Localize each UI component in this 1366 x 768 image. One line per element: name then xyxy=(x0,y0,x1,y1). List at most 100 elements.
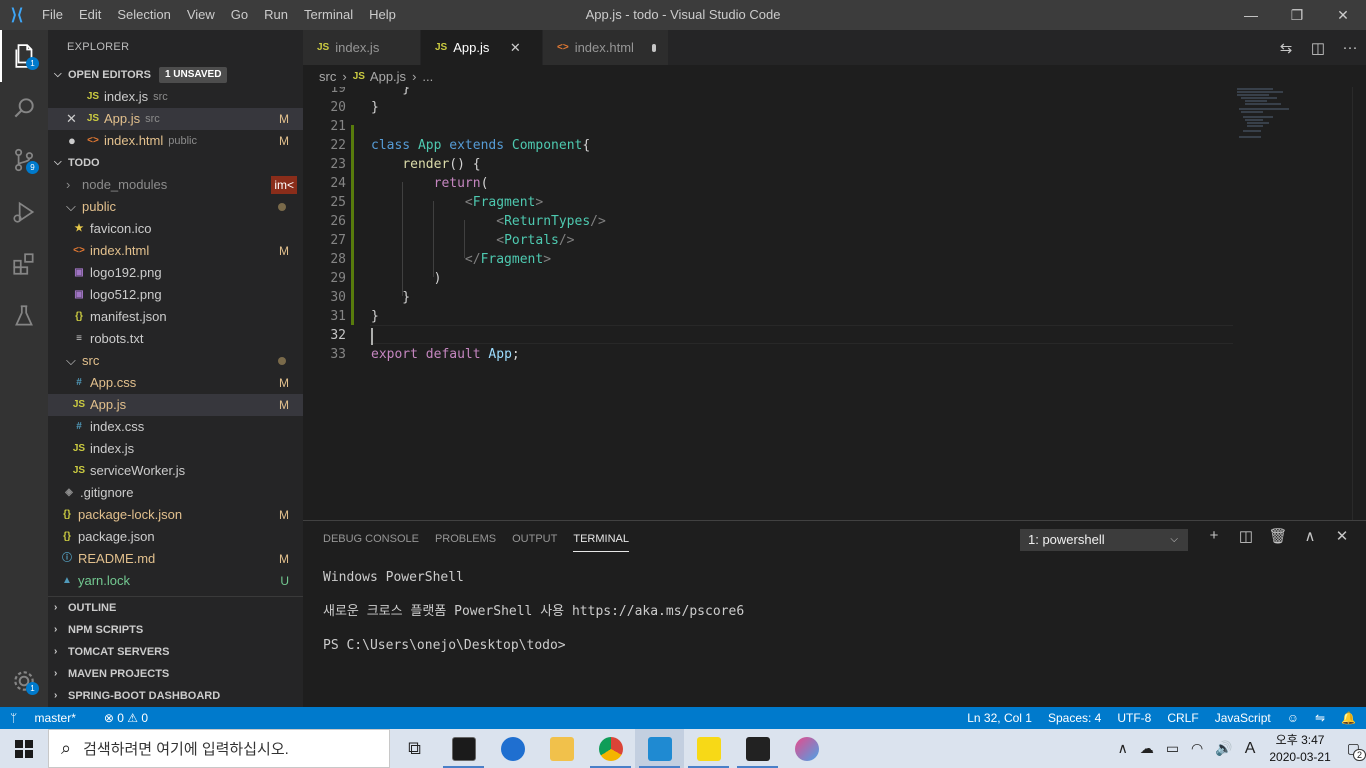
git-branch[interactable]: ᛘ master* xyxy=(10,711,90,725)
breadcrumb-folder[interactable]: src xyxy=(319,69,336,84)
minimize-button[interactable]: — xyxy=(1228,0,1274,30)
tab-problems[interactable]: PROBLEMS xyxy=(435,521,496,557)
notification-icon[interactable]: ▢ 2 xyxy=(1347,740,1366,761)
indentation[interactable]: Spaces: 4 xyxy=(1048,711,1101,725)
file-logo512[interactable]: ▣ logo512.png xyxy=(48,284,303,306)
menu-terminal[interactable]: Terminal xyxy=(296,0,361,30)
new-terminal-icon[interactable]: + xyxy=(1198,527,1230,545)
menu-file[interactable]: File xyxy=(34,0,71,30)
taskbar-vscode[interactable] xyxy=(635,729,684,768)
menu-edit[interactable]: Edit xyxy=(71,0,109,30)
file-robots[interactable]: ≡ robots.txt xyxy=(48,328,303,350)
file-package-json[interactable]: {} package.json xyxy=(48,526,303,548)
taskbar-file-explorer[interactable] xyxy=(537,729,586,768)
folder-public[interactable]: ⌵ public xyxy=(48,196,303,218)
code-editor[interactable]: 19 20 21 22 23 24 25 26 27 28 29 30 31 3… xyxy=(303,87,1366,520)
feedback-icon[interactable]: ☺ xyxy=(1287,711,1299,725)
menu-help[interactable]: Help xyxy=(361,0,404,30)
start-button[interactable] xyxy=(0,729,48,768)
taskbar-terminal[interactable] xyxy=(439,729,488,768)
task-view-button[interactable]: ⧉ xyxy=(390,729,439,768)
taskbar-maps[interactable] xyxy=(488,729,537,768)
folder-src[interactable]: ⌵ src xyxy=(48,350,303,372)
problems-count[interactable]: ⊗ 0 ⚠ 0 xyxy=(104,711,148,725)
open-editor-index-js[interactable]: JS index.js src xyxy=(48,86,303,108)
file-manifest[interactable]: {} manifest.json xyxy=(48,306,303,328)
maximize-button[interactable]: ❐ xyxy=(1274,0,1320,30)
outline-section[interactable]: › OUTLINE xyxy=(48,597,303,619)
file-index-html[interactable]: <> index.html M xyxy=(48,240,303,262)
end-of-line[interactable]: CRLF xyxy=(1167,711,1198,725)
chevron-up-icon[interactable]: ∧ xyxy=(1118,740,1128,757)
split-editor-icon[interactable]: ◫ xyxy=(1302,39,1334,57)
file-service-worker[interactable]: JS serviceWorker.js xyxy=(48,460,303,482)
file-gitignore[interactable]: ◈ .gitignore xyxy=(48,482,303,504)
tab-terminal[interactable]: TERMINAL xyxy=(573,527,629,552)
menu-view[interactable]: View xyxy=(179,0,223,30)
ime-indicator[interactable]: A xyxy=(1245,740,1256,758)
live-share-icon[interactable]: ⇋ xyxy=(1315,711,1325,725)
close-icon[interactable]: ✕ xyxy=(66,108,86,130)
breadcrumb-symbol[interactable]: ... xyxy=(422,69,433,84)
cloud-icon[interactable]: ☁ xyxy=(1140,740,1154,757)
open-changes-icon[interactable]: ⇆ xyxy=(1270,39,1302,57)
manage-activity[interactable]: 1 xyxy=(0,655,48,707)
tab-index-html[interactable]: <> index.html xyxy=(543,30,669,65)
menu-selection[interactable]: Selection xyxy=(109,0,178,30)
breadcrumb-file[interactable]: App.js xyxy=(370,69,406,84)
file-app-js[interactable]: JS App.js M xyxy=(48,394,303,416)
open-editor-index-html[interactable]: ● <> index.html public M xyxy=(48,130,303,152)
file-logo192[interactable]: ▣ logo192.png xyxy=(48,262,303,284)
cursor-position[interactable]: Ln 32, Col 1 xyxy=(967,711,1032,725)
testing-activity[interactable] xyxy=(0,290,48,342)
workspace-header[interactable]: ⌵ TODO xyxy=(48,152,303,174)
maven-projects-section[interactable]: › MAVEN PROJECTS xyxy=(48,663,303,685)
menu-go[interactable]: Go xyxy=(223,0,256,30)
terminal-output[interactable]: Windows PowerShell 새로운 크로스 플랫폼 PowerShel… xyxy=(323,569,744,671)
terminal-select[interactable]: 1: powershell ⌵ xyxy=(1020,529,1188,551)
trash-icon[interactable]: 🗑 xyxy=(1262,527,1294,545)
open-editors-header[interactable]: ⌵ OPEN EDITORS 1 UNSAVED xyxy=(48,64,303,86)
extensions-activity[interactable] xyxy=(0,238,48,290)
file-yarn-lock[interactable]: ▲ yarn.lock U xyxy=(48,570,303,592)
close-panel-icon[interactable]: ✕ xyxy=(1326,527,1358,545)
more-actions-icon[interactable]: ··· xyxy=(1334,39,1366,56)
language-mode[interactable]: JavaScript xyxy=(1215,711,1271,725)
open-editor-app-js[interactable]: ✕ JS App.js src M xyxy=(48,108,303,130)
split-terminal-icon[interactable]: ◫ xyxy=(1230,527,1262,545)
close-window-button[interactable]: ✕ xyxy=(1320,0,1366,30)
file-favicon[interactable]: ★ favicon.ico xyxy=(48,218,303,240)
menu-run[interactable]: Run xyxy=(256,0,296,30)
taskbar-photos[interactable] xyxy=(733,729,782,768)
taskbar-paint[interactable] xyxy=(782,729,831,768)
spring-boot-section[interactable]: › SPRING-BOOT DASHBOARD xyxy=(48,685,303,707)
volume-icon[interactable]: 🔊 xyxy=(1215,740,1232,757)
file-index-js[interactable]: JS index.js xyxy=(48,438,303,460)
tab-app-js[interactable]: JS App.js ✕ xyxy=(421,30,543,65)
folder-node-modules[interactable]: › node_modules im< xyxy=(48,174,303,196)
taskbar-kakaotalk[interactable] xyxy=(684,729,733,768)
minimap[interactable] xyxy=(1233,87,1353,147)
tab-index-js[interactable]: JS index.js xyxy=(303,30,421,65)
encoding[interactable]: UTF-8 xyxy=(1117,711,1151,725)
tab-output[interactable]: OUTPUT xyxy=(512,521,557,557)
file-index-css[interactable]: # index.css xyxy=(48,416,303,438)
vertical-scrollbar[interactable] xyxy=(1352,87,1366,520)
npm-scripts-section[interactable]: › NPM SCRIPTS xyxy=(48,619,303,641)
taskbar-search[interactable]: ⌕ 검색하려면 여기에 입력하십시오. xyxy=(48,729,390,768)
file-app-css[interactable]: # App.css M xyxy=(48,372,303,394)
tab-debug-console[interactable]: DEBUG CONSOLE xyxy=(323,521,419,557)
run-debug-activity[interactable] xyxy=(0,186,48,238)
tomcat-servers-section[interactable]: › TOMCAT SERVERS xyxy=(48,641,303,663)
maximize-panel-icon[interactable]: ∧ xyxy=(1294,527,1326,545)
file-readme[interactable]: ⓘ README.md M xyxy=(48,548,303,570)
bell-icon[interactable]: 🔔 xyxy=(1341,711,1356,725)
clock[interactable]: 오후 3:47 2020-03-21 xyxy=(1269,732,1330,766)
close-tab-icon[interactable]: ✕ xyxy=(507,40,523,56)
source-control-activity[interactable]: 9 xyxy=(0,134,48,186)
battery-icon[interactable]: ▭ xyxy=(1166,740,1179,757)
wifi-icon[interactable]: ◠ xyxy=(1191,740,1203,757)
taskbar-chrome[interactable] xyxy=(586,729,635,768)
explorer-activity[interactable]: 1 xyxy=(0,30,48,82)
search-activity[interactable] xyxy=(0,82,48,134)
